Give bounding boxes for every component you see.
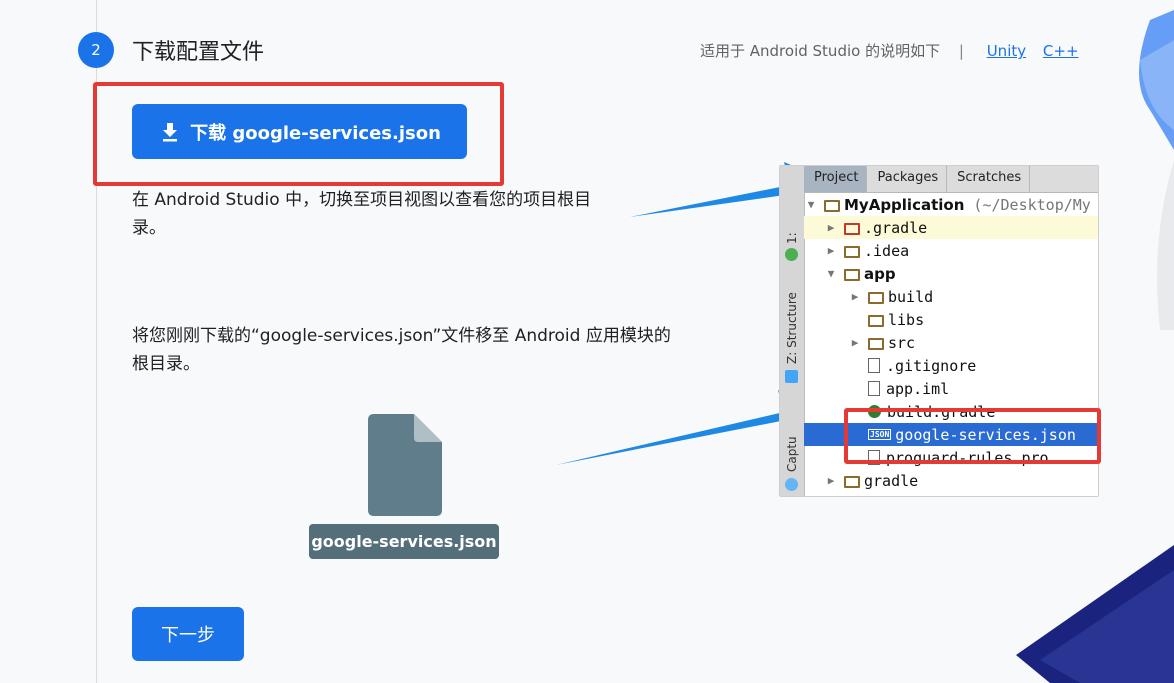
- tree-row-gitignore[interactable]: .gitignore: [804, 354, 1098, 377]
- tree-row-app-iml[interactable]: app.iml: [804, 377, 1098, 400]
- tree-row-app[interactable]: ▼ app: [804, 262, 1098, 285]
- captures-icon: [785, 478, 798, 491]
- structure-icon: [785, 370, 798, 383]
- tree-row-gradle-dir[interactable]: ▶ .gradle: [804, 216, 1098, 239]
- json-file-highlight-box: [844, 408, 1101, 464]
- android-icon: [785, 248, 798, 261]
- tree-row-libs[interactable]: libs: [804, 308, 1098, 331]
- tree-row-gradle[interactable]: ▶ gradle: [804, 469, 1098, 492]
- tree-row-src[interactable]: ▶ src: [804, 331, 1098, 354]
- tree-row-build[interactable]: ▶ build: [804, 285, 1098, 308]
- arrow-to-json-file: [556, 390, 812, 465]
- tool-window-strip: 1: Z: Structure Captu: [780, 166, 805, 496]
- tab-project[interactable]: Project: [804, 166, 868, 192]
- side-label-project: 1:: [785, 232, 799, 244]
- next-step-button[interactable]: 下一步: [132, 607, 244, 661]
- tool-tabs: Project Packages Scratches: [804, 166, 1098, 193]
- side-label-structure: Z: Structure: [785, 292, 799, 364]
- tree-row-root[interactable]: ▼ MyApplication (~/Desktop/My: [804, 193, 1098, 216]
- tab-packages[interactable]: Packages: [867, 166, 948, 192]
- side-label-captures: Captu: [785, 436, 799, 472]
- tree-row-idea[interactable]: ▶ .idea: [804, 239, 1098, 262]
- tab-scratches[interactable]: Scratches: [947, 166, 1031, 192]
